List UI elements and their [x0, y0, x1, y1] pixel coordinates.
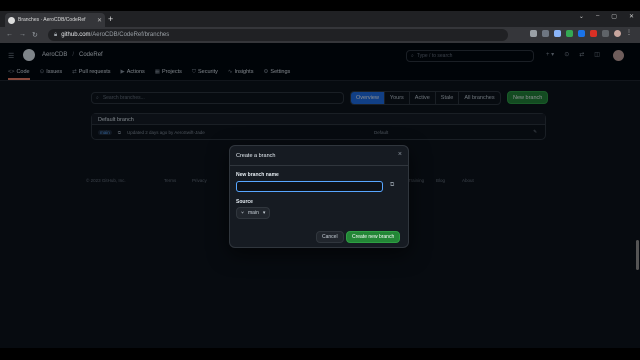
share-icon[interactable] [542, 30, 549, 37]
create-branch-dialog: Create a branch × New branch name ⧉ Sour… [229, 145, 409, 248]
zoom-icon[interactable] [530, 30, 537, 37]
extensions-puzzle-icon[interactable] [602, 30, 609, 37]
browser-menu-icon[interactable]: ⋮ [626, 30, 632, 37]
chevron-down-icon: ▾ [262, 210, 266, 216]
source-label: Source [236, 199, 253, 205]
maximize-icon[interactable]: ▢ [611, 13, 617, 20]
create-branch-button[interactable]: Create new branch [346, 231, 401, 243]
window-controls: ⌄ – ▢ ✕ [579, 13, 634, 20]
github-favicon-icon [8, 16, 15, 24]
source-branch-value: main [248, 210, 259, 216]
branch-name-input[interactable] [236, 181, 383, 192]
browser-tab-bar: Branches · AeroCDB/CodeRef ✕ + ⌄ – ▢ ✕ [0, 11, 640, 27]
lock-icon[interactable]: 🔒︎ [54, 32, 57, 39]
profile-avatar-icon[interactable] [614, 30, 621, 37]
copy-icon[interactable]: ⧉ [390, 182, 394, 189]
extension-red-icon[interactable] [590, 30, 597, 37]
scrollbar[interactable] [636, 240, 639, 270]
dialog-title: Create a branch [236, 153, 276, 159]
branch-icon: ⑂ [241, 210, 245, 216]
reload-icon[interactable]: ↻ [32, 31, 38, 39]
minimize-icon[interactable]: – [596, 13, 599, 20]
url-text[interactable]: github.com/AeroCDB/CodeRef/branches [61, 32, 169, 38]
source-branch-select[interactable]: ⑂ main ▾ [236, 207, 271, 219]
tab-close-icon[interactable]: ✕ [97, 17, 102, 24]
nav-buttons: ← → ↻ [6, 31, 38, 39]
close-icon[interactable]: × [398, 151, 402, 158]
address-bar: ← → ↻ 🔒︎ github.com/AeroCDB/CodeRef/bran… [0, 27, 640, 43]
forward-icon[interactable]: → [19, 31, 26, 39]
screen: Branches · AeroCDB/CodeRef ✕ + ⌄ – ▢ ✕ ←… [0, 0, 640, 360]
bookmark-icon[interactable] [554, 30, 561, 37]
browser-tab[interactable]: Branches · AeroCDB/CodeRef ✕ [5, 13, 105, 27]
omnibox[interactable]: 🔒︎ github.com/AeroCDB/CodeRef/branches [48, 29, 508, 41]
tab-title: Branches · AeroCDB/CodeRef [18, 17, 86, 23]
close-window-icon[interactable]: ✕ [629, 13, 634, 20]
extension-blue-icon[interactable] [578, 30, 585, 37]
extensions-area: ⋮ [530, 30, 632, 37]
url-path: /AeroCDB/CodeRef/branches [90, 32, 170, 38]
branch-name-label: New branch name [236, 172, 279, 178]
new-tab-button[interactable]: + [108, 14, 113, 24]
back-icon[interactable]: ← [6, 31, 13, 39]
extension-green-icon[interactable] [566, 30, 573, 37]
url-host: github.com [61, 32, 91, 38]
tab-search-icon[interactable]: ⌄ [579, 13, 584, 20]
dialog-divider [230, 165, 408, 166]
cancel-button[interactable]: Cancel [316, 231, 344, 243]
